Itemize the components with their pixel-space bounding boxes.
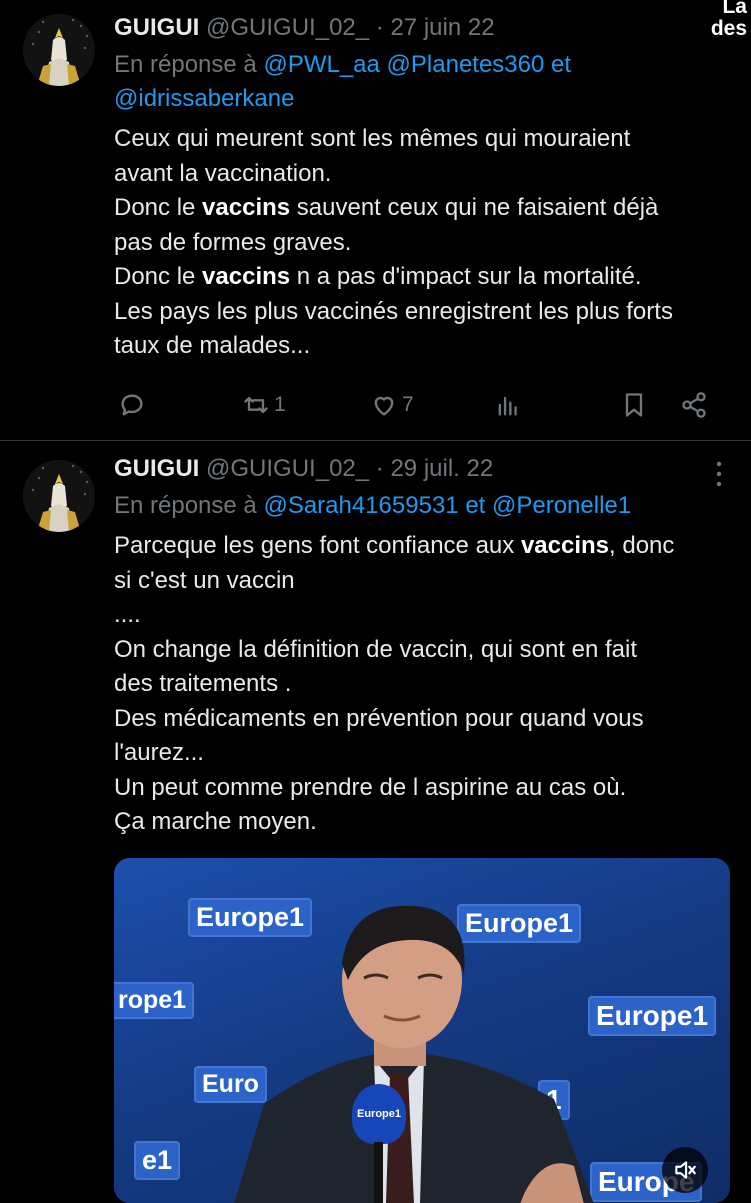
like-button[interactable]: 7: [370, 387, 414, 423]
tweet-text: Parceque les gens font confiance aux vac…: [114, 532, 675, 835]
like-icon: [374, 396, 394, 416]
author-handle[interactable]: @GUIGUI_02_: [206, 455, 369, 482]
europe1-logo: e1: [134, 1141, 181, 1180]
tweet-actions: 1 7: [114, 387, 714, 423]
views-icon: [498, 396, 517, 416]
tweet-header: GUIGUI @GUIGUI_02_ · 29 juil. 22: [114, 453, 731, 485]
microphone: Europe1: [352, 1084, 406, 1144]
reply-icon: [121, 394, 143, 416]
bookmark-button[interactable]: [620, 387, 648, 423]
mention-link[interactable]: @Peronelle1: [492, 492, 631, 519]
reply-button[interactable]: [118, 387, 146, 423]
author-handle[interactable]: @GUIGUI_02_: [206, 14, 369, 41]
mention-link[interactable]: @Planetes360: [387, 51, 545, 78]
retweet-button[interactable]: 1: [242, 387, 286, 423]
tweet-date[interactable]: 27 juin 22: [390, 14, 494, 41]
tweet-text: Ceux qui meurent sont les mêmes qui mour…: [114, 125, 673, 359]
avatar-image: [23, 460, 95, 532]
mention-conjunction: et: [465, 492, 486, 519]
mention-link[interactable]: @idrissaberkane: [114, 85, 294, 112]
retweet-icon: [244, 396, 268, 414]
mute-icon: [675, 1161, 696, 1179]
speaker-figure: [234, 905, 594, 1203]
avatar-image: [23, 14, 95, 86]
europe1-logo: rope1: [114, 982, 195, 1019]
reply-context: En réponse à @PWL_aa @Planetes360 et @id…: [114, 51, 572, 112]
share-button[interactable]: [680, 387, 708, 423]
author-name[interactable]: GUIGUI: [114, 14, 199, 41]
reply-context: En réponse à @Sarah41659531 et @Peronell…: [114, 492, 632, 519]
bookmark-icon: [625, 393, 643, 417]
views-button[interactable]: [494, 387, 522, 423]
video-player[interactable]: Europe1 Europe1 rope1 Europe1 Euro 1 e1 …: [114, 858, 730, 1203]
mute-button[interactable]: [662, 1147, 708, 1193]
mention-link[interactable]: @Sarah41659531: [263, 492, 458, 519]
mention-link[interactable]: @PWL_aa: [263, 51, 379, 78]
avatar[interactable]: [23, 14, 95, 86]
microphone-stand: [374, 1142, 383, 1203]
tweet-header: GUIGUI @GUIGUI_02_ · 27 juin 22: [114, 12, 731, 44]
tweet[interactable]: GUIGUI @GUIGUI_02_ · 29 juil. 22 En répo…: [0, 441, 751, 1203]
author-name[interactable]: GUIGUI: [114, 455, 199, 482]
mention-conjunction: et: [551, 51, 572, 78]
separator: ·: [375, 14, 384, 41]
tweet-date[interactable]: 29 juil. 22: [390, 455, 493, 482]
tweet[interactable]: GUIGUI @GUIGUI_02_ · 27 juin 22 En répon…: [0, 0, 751, 440]
separator: ·: [375, 455, 384, 482]
retweet-count: 1: [274, 393, 286, 416]
avatar[interactable]: [23, 460, 95, 532]
like-count: 7: [402, 393, 414, 416]
share-icon: [682, 392, 706, 418]
europe1-logo: Europe1: [588, 996, 717, 1036]
